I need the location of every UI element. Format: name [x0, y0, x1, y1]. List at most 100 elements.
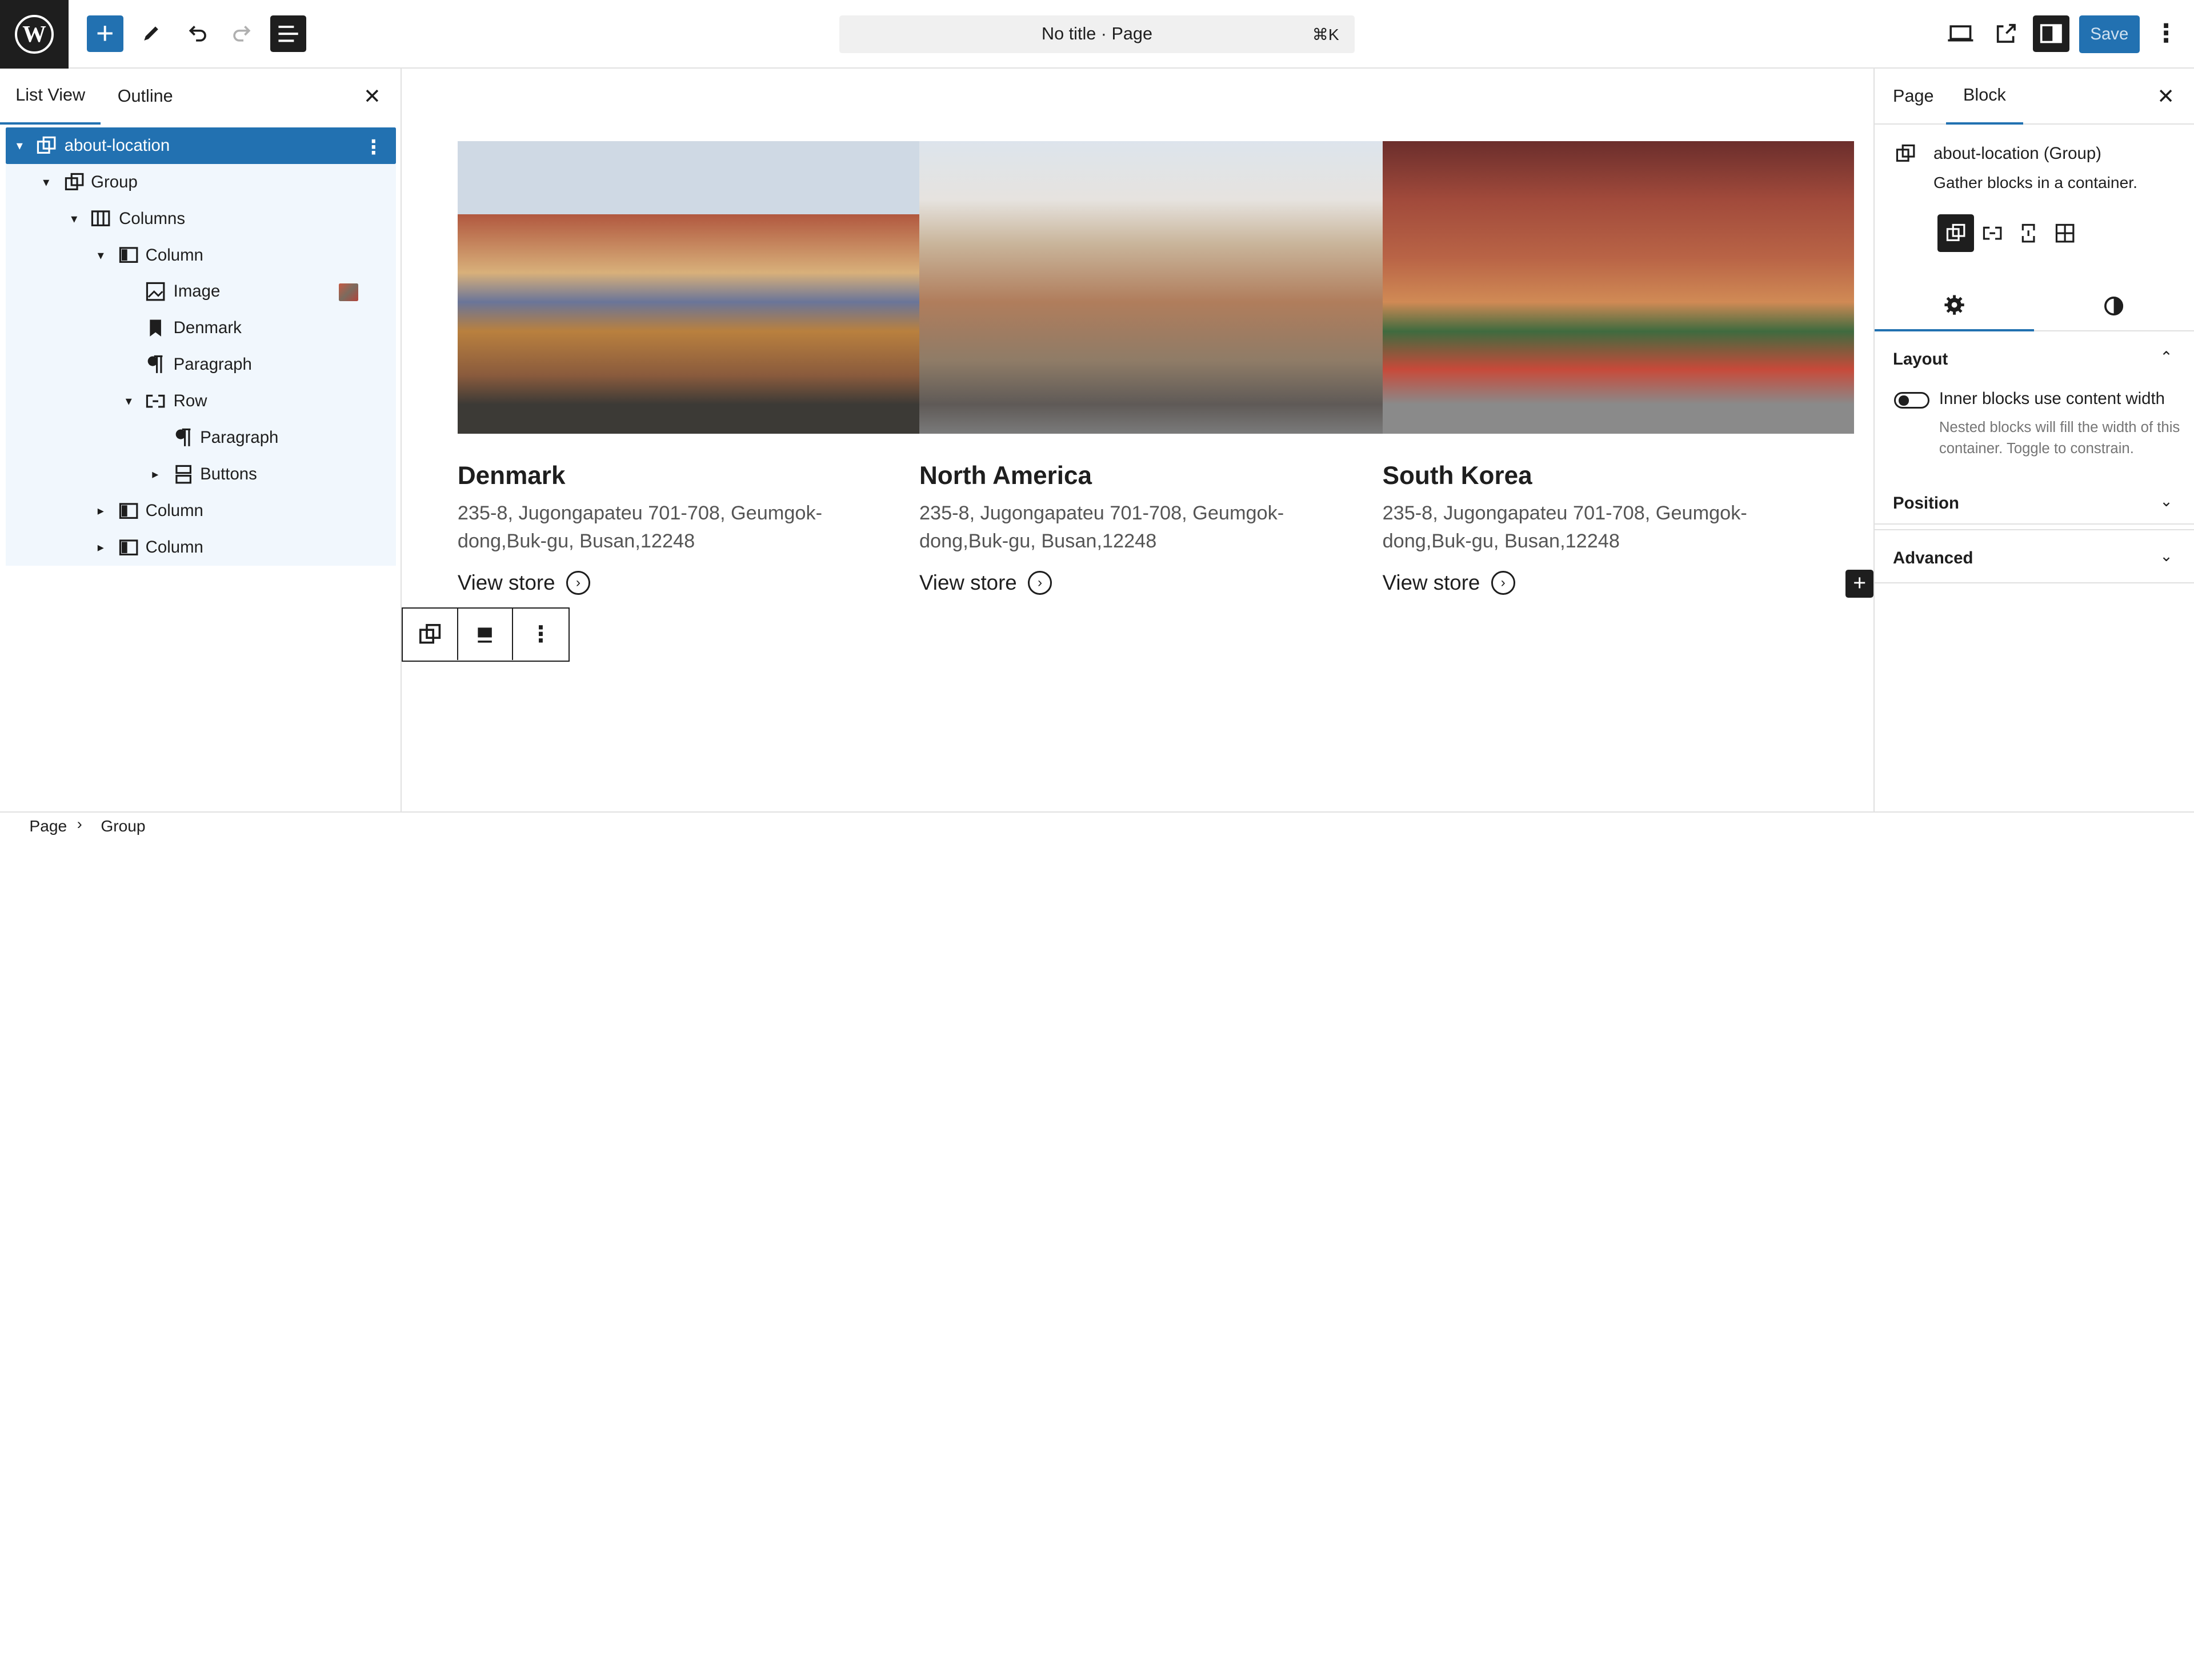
plus-icon: + [95, 15, 114, 50]
block-options-button[interactable]: ⋮ [513, 609, 568, 661]
group-icon [1946, 223, 1965, 241]
options-menu-button[interactable]: ⋮ [2152, 17, 2180, 50]
tools-button[interactable] [133, 15, 170, 52]
chevron-right-icon[interactable]: ▸ [149, 467, 162, 481]
list-view-button[interactable] [270, 15, 307, 52]
tree-item-paragraph[interactable]: Paragraph [5, 346, 397, 383]
tree-item-label: Image [173, 282, 221, 301]
view-store-link[interactable]: View store › [919, 571, 1052, 595]
sidebar-icon [2040, 24, 2063, 43]
chevron-right-icon: › [77, 815, 82, 833]
close-icon[interactable]: ✕ [361, 85, 383, 108]
undo-icon [189, 26, 206, 42]
grid-variation-button[interactable] [2047, 214, 2083, 252]
block-inserter-plus-icon[interactable]: + [1845, 569, 1874, 598]
chevron-up-icon[interactable]: ⌃ [2160, 349, 2173, 366]
store-image-denmark[interactable] [457, 141, 919, 434]
block-inserter-button[interactable]: + [86, 15, 123, 52]
tree-item-group[interactable]: ▾ Group [5, 163, 397, 201]
redo-button[interactable] [224, 15, 261, 52]
column-icon [119, 247, 138, 263]
row-variation-button[interactable] [1974, 214, 2011, 252]
tree-item-paragraph[interactable]: Paragraph [5, 419, 397, 456]
external-link-icon [1997, 24, 2016, 43]
chevron-down-icon[interactable]: ▾ [39, 175, 53, 189]
content-width-toggle[interactable] [1894, 391, 1929, 409]
close-icon[interactable]: ✕ [2155, 85, 2177, 108]
store-image-north-america[interactable] [919, 141, 1383, 434]
group-variation-button[interactable] [1937, 214, 1975, 252]
chevron-right-icon[interactable]: ▸ [94, 540, 107, 554]
desktop-icon [1948, 25, 1973, 42]
save-button[interactable]: Save [2079, 15, 2140, 54]
column-address[interactable]: 235-8, Jugongapateu 701-708, Geumgok-don… [1383, 499, 1803, 555]
stack-variation-button[interactable] [2011, 214, 2047, 252]
stack-icon [2022, 223, 2035, 243]
tree-item-label: Paragraph [173, 355, 252, 374]
tree-item-label: Buttons [200, 464, 257, 483]
buttons-icon [175, 465, 191, 484]
block-variations [1937, 214, 2083, 254]
tab-block[interactable]: Block [1946, 69, 2023, 125]
list-view-panel: List View Outline ✕ ▾ about-location ⋮ ▾… [0, 69, 402, 812]
styles-tab[interactable] [2034, 280, 2193, 332]
tree-item-label: Columns [119, 209, 186, 228]
tab-page[interactable]: Page [1893, 69, 1934, 125]
tree-item-columns[interactable]: ▾ Columns [5, 200, 397, 237]
more-vertical-icon: ⋮ [529, 622, 552, 647]
column-address[interactable]: 235-8, Jugongapateu 701-708, Geumgok-don… [458, 499, 878, 555]
tab-list-view[interactable]: List View [0, 69, 101, 125]
tree-item-row[interactable]: ▾ Row [5, 383, 397, 420]
undo-button[interactable] [179, 15, 215, 52]
block-type-button[interactable] [403, 608, 458, 661]
view-store-link[interactable]: View store › [458, 571, 590, 595]
group-icon [1896, 145, 1915, 162]
top-toolbar: W + No title · Page ⌘K Save ⋮ [0, 0, 2194, 69]
advanced-panel[interactable]: Advanced ⌄ [1875, 530, 2194, 584]
breadcrumb-page[interactable]: Page [29, 817, 67, 835]
more-vertical-icon: ⋮ [2153, 19, 2179, 48]
settings-toggle-button[interactable] [2033, 15, 2070, 52]
view-post-button[interactable] [1989, 17, 2023, 50]
tree-item-label: Paragraph [200, 428, 279, 447]
tree-item-image[interactable]: Image [5, 273, 397, 310]
tree-item-column[interactable]: ▸ Column [5, 492, 397, 529]
tree-item-label: Group [91, 172, 138, 191]
command-palette-button[interactable]: No title · Page ⌘K [839, 15, 1355, 54]
wordpress-logo-button[interactable]: W [0, 0, 69, 69]
tree-item-heading[interactable]: Denmark [5, 310, 397, 347]
more-vertical-icon[interactable]: ⋮ [364, 136, 383, 159]
content-width-toggle-label[interactable]: Inner blocks use content width [1939, 389, 2165, 409]
column-heading[interactable]: South Korea [1383, 462, 1532, 490]
settings-tab[interactable] [1875, 280, 2035, 332]
store-image-south-korea[interactable] [1382, 141, 1854, 434]
chevron-down-icon[interactable]: ▾ [122, 394, 135, 408]
position-panel-title: Position [1893, 494, 1959, 513]
chevron-down-icon[interactable]: ▾ [13, 138, 26, 153]
align-button[interactable] [458, 608, 514, 661]
tree-item-column[interactable]: ▸ Column [5, 529, 397, 566]
tab-outline[interactable]: Outline [118, 69, 173, 125]
tree-item-column[interactable]: ▾ Column [5, 237, 397, 274]
view-store-link[interactable]: View store › [1383, 571, 1515, 595]
redo-icon [233, 26, 251, 42]
view-button[interactable] [1944, 17, 1977, 50]
layout-panel-toggle[interactable]: Layout [1893, 350, 1948, 369]
breadcrumb: Page › Group [0, 811, 2194, 840]
tree-item-about-location[interactable]: ▾ about-location ⋮ [5, 127, 397, 164]
position-panel[interactable]: Position ⌄ [1875, 477, 2194, 531]
chevron-right-icon[interactable]: ▸ [94, 503, 107, 518]
column-heading[interactable]: Denmark [458, 462, 566, 490]
tree-item-label: Column [145, 537, 203, 557]
chevron-down-icon[interactable]: ▾ [67, 211, 81, 226]
column-icon [119, 539, 138, 555]
breadcrumb-group[interactable]: Group [101, 817, 145, 835]
contrast-icon [2104, 296, 2124, 315]
tree-item-buttons[interactable]: ▸ Buttons [5, 456, 397, 493]
row-icon [1983, 226, 2002, 240]
column-heading[interactable]: North America [919, 462, 1092, 490]
pencil-icon [144, 26, 158, 41]
chevron-down-icon[interactable]: ▾ [94, 248, 107, 262]
column-address[interactable]: 235-8, Jugongapateu 701-708, Geumgok-don… [919, 499, 1339, 555]
link-label: View store [919, 571, 1017, 595]
